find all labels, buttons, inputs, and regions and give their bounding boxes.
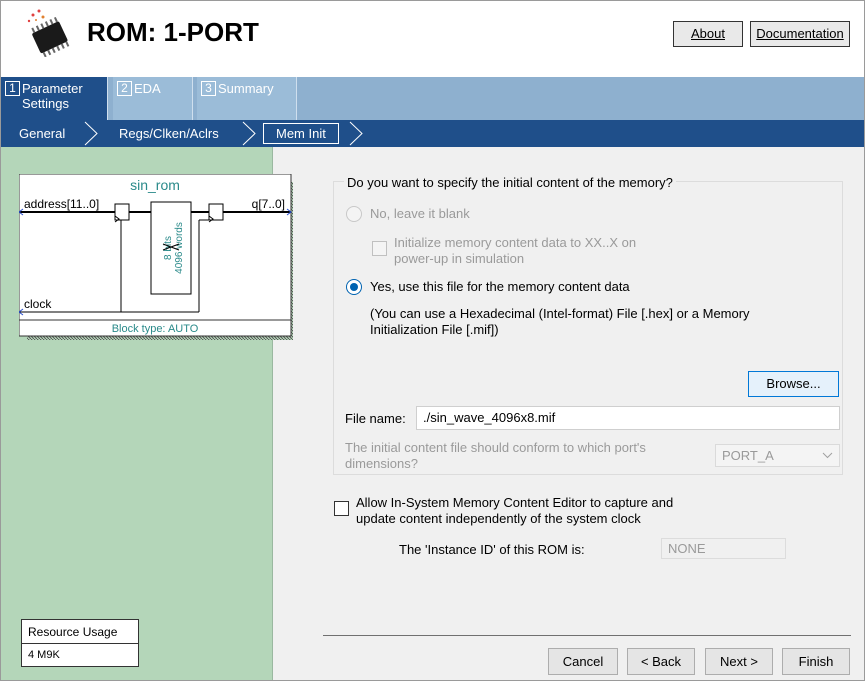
q-port-label: q[7..0]: [252, 197, 285, 211]
init-xx-checkbox[interactable]: [372, 241, 387, 256]
tab-number: 2: [117, 81, 132, 96]
mem-init-question: Do you want to specify the initial conte…: [344, 175, 676, 190]
tab-parameter-settings[interactable]: 1 Parameter Settings: [1, 77, 108, 121]
allow-editor-checkbox[interactable]: [334, 501, 349, 516]
rom-block-diagram: sin_rom address[11..0] 8 bits 4096 words…: [19, 174, 293, 340]
tab-bar: 1 Parameter Settings 2 EDA 3 Summary: [1, 77, 864, 121]
tab-number: 3: [201, 81, 216, 96]
subtab-bar: General Regs/Clken/Aclrs Mem Init: [1, 120, 864, 147]
resource-usage-value: 4 M9K: [28, 649, 60, 661]
footer-separator: [323, 635, 851, 636]
instance-id-label: The 'Instance ID' of this ROM is:: [399, 542, 585, 557]
cancel-button[interactable]: Cancel: [548, 648, 618, 675]
chevron-right-icon: [349, 121, 363, 146]
tab-label: Summary: [218, 81, 274, 96]
block-name: sin_rom: [130, 177, 180, 193]
use-file-label: Yes, use this file for the memory conten…: [370, 279, 630, 294]
resource-usage-box: Resource Usage 4 M9K: [21, 619, 139, 667]
back-button[interactable]: < Back: [627, 648, 695, 675]
tab-label: EDA: [134, 81, 161, 96]
about-button[interactable]: About: [673, 21, 743, 47]
subtab-general[interactable]: General: [19, 126, 65, 141]
init-xx-label-line2: power-up in simulation: [394, 251, 525, 266]
no-blank-radio[interactable]: [346, 206, 362, 222]
subtab-mem-init[interactable]: Mem Init: [263, 123, 339, 144]
chevron-right-icon: [84, 121, 98, 146]
symbol-panel: sin_rom address[11..0] 8 bits 4096 words…: [1, 147, 293, 680]
file-type-hint-line1: (You can use a Hexadecimal (Intel-format…: [370, 306, 750, 321]
words-label: 4096 words: [174, 222, 185, 274]
init-xx-label-line1: Initialize memory content data to XX..X …: [394, 235, 637, 250]
port-dropdown-value: PORT_A: [722, 448, 774, 463]
file-name-input[interactable]: ./sin_wave_4096x8.mif: [416, 406, 840, 430]
subtab-regs-clken-aclrs[interactable]: Regs/Clken/Aclrs: [119, 126, 219, 141]
tab-summary[interactable]: 3 Summary: [197, 77, 297, 120]
clock-port-label: clock: [24, 297, 52, 311]
tab-label: Parameter Settings: [22, 81, 83, 111]
port-question-line2: dimensions?: [345, 456, 418, 471]
allow-editor-label-line1: Allow In-System Memory Content Editor to…: [356, 495, 674, 510]
tab-eda[interactable]: 2 EDA: [113, 77, 193, 120]
chevron-right-icon: [242, 121, 256, 146]
port-dropdown[interactable]: PORT_A: [715, 444, 840, 467]
allow-editor-label-line2: update content independently of the syst…: [356, 511, 641, 526]
documentation-button[interactable]: Documentation: [750, 21, 850, 47]
header: ROM: 1-PORT About Documentation: [1, 1, 864, 77]
window-title: ROM: 1-PORT: [87, 17, 259, 47]
instance-id-field[interactable]: NONE: [661, 538, 786, 559]
resource-usage-header: Resource Usage: [22, 620, 138, 644]
port-question-line1: The initial content file should conform …: [345, 440, 646, 455]
browse-button[interactable]: Browse...: [748, 371, 839, 397]
megafunction-chip-icon: [27, 9, 70, 57]
address-port-label: address[11..0]: [24, 197, 99, 211]
use-file-radio[interactable]: [346, 279, 362, 295]
no-blank-label: No, leave it blank: [370, 206, 470, 221]
finish-button[interactable]: Finish: [782, 648, 850, 675]
chevron-down-icon: [822, 452, 833, 459]
file-type-hint-line2: Initialization File [.mif]): [370, 322, 499, 337]
next-button[interactable]: Next >: [705, 648, 773, 675]
block-type-label: Block type: AUTO: [112, 323, 199, 335]
rom-wizard-window: ROM: 1-PORT About Documentation 1 Paramet…: [0, 0, 865, 681]
tab-number: 1: [5, 81, 20, 96]
file-name-label: File name:: [345, 411, 406, 426]
